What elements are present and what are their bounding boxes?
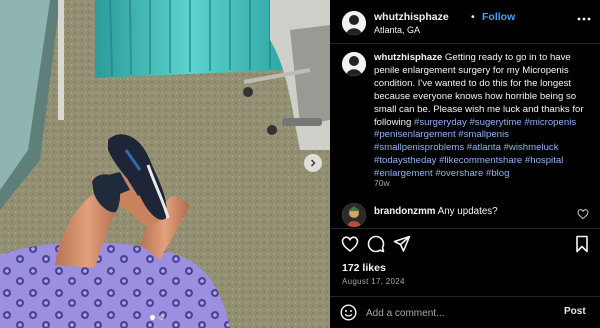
avatar-image [342,203,366,227]
slide-dot [159,315,164,320]
author-username[interactable]: whutzhisphaze [374,11,449,23]
post-comment-button[interactable]: Post [564,306,586,317]
avatar-image [342,52,366,76]
avatar-image [342,11,366,35]
follow-button[interactable]: Follow [482,11,515,23]
like-heart-icon[interactable] [341,235,359,253]
post-age: 70w [374,178,390,188]
more-options-icon[interactable] [576,11,592,27]
emoji-icon[interactable] [340,304,357,321]
comment-like-heart-icon[interactable] [577,208,589,220]
share-icon[interactable] [393,235,411,253]
post-caption: whutzhisphaze Getting ready to go in to … [374,52,596,181]
like-count[interactable]: 172 likes [342,262,386,274]
instagram-post: whutzhisphaze • Follow Atlanta, GA whutz… [0,0,600,328]
author-avatar[interactable] [342,11,366,35]
add-comment-bar: Post [330,296,600,328]
commenter-avatar[interactable] [342,203,366,227]
slide-indicator [150,315,164,320]
save-bookmark-icon[interactable] [573,235,591,253]
post-actions [330,228,600,258]
post-header: whutzhisphaze • Follow Atlanta, GA [330,0,600,44]
comment-text: Any updates? [437,206,498,217]
post-date: August 17, 2024 [342,277,405,286]
next-slide-arrow-icon [311,159,316,167]
caption-username[interactable]: whutzhisphaze [374,52,442,63]
post-media[interactable] [0,0,330,328]
post-location[interactable]: Atlanta, GA [374,25,420,35]
separator-dot: • [471,11,475,23]
comment-username[interactable]: brandonzmm [374,206,436,217]
next-slide-button[interactable] [304,154,322,172]
slide-dot-active [150,315,155,320]
post-photo [0,0,330,328]
add-comment-input[interactable] [366,303,556,323]
comment: brandonzmm Any updates? [374,206,498,217]
comment-icon[interactable] [367,235,385,253]
post-sidebar: whutzhisphaze • Follow Atlanta, GA whutz… [330,0,600,328]
caption-author-avatar[interactable] [342,52,366,76]
